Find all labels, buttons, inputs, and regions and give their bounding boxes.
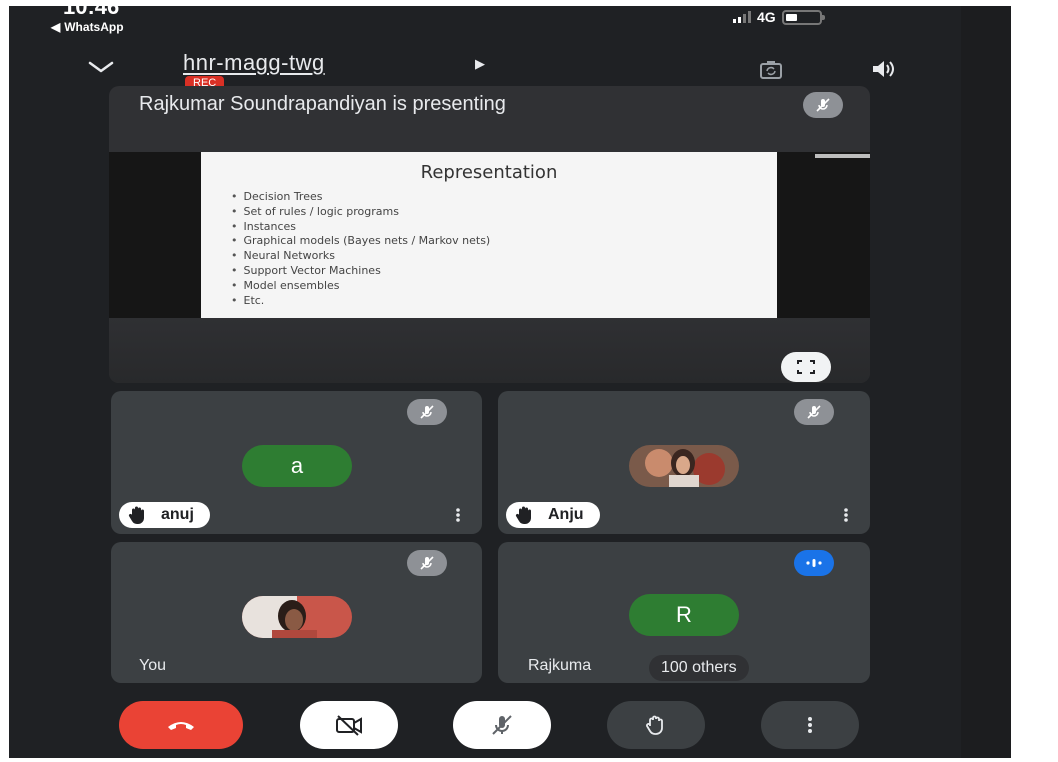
raise-hand-icon xyxy=(515,506,531,524)
status-time: 10:46 xyxy=(63,6,120,19)
avatar xyxy=(242,596,352,638)
mic-off-icon xyxy=(794,399,834,425)
slide-bullet: Set of rules / logic programs xyxy=(231,205,490,220)
end-call-icon xyxy=(168,722,194,730)
raise-hand-icon xyxy=(128,506,144,524)
raise-hand-icon xyxy=(646,715,663,735)
avatar: a xyxy=(242,445,352,487)
back-to-app-link[interactable]: ◀ WhatsApp xyxy=(51,20,124,34)
avatar: R xyxy=(629,594,739,636)
slide-bullet: Etc. xyxy=(231,294,490,309)
side-strip xyxy=(961,6,1011,758)
meeting-details-arrow-icon[interactable]: ▶ xyxy=(475,56,485,72)
more-vert-icon[interactable] xyxy=(844,508,848,522)
signal-icon xyxy=(733,11,751,23)
end-call-button[interactable] xyxy=(119,701,243,749)
fullscreen-button[interactable] xyxy=(781,352,831,382)
participant-tile-anuj[interactable]: a anuj xyxy=(111,391,482,534)
name-pill-raised-hand: anuj xyxy=(119,502,210,528)
chevron-down-icon[interactable] xyxy=(87,58,115,76)
presenter-mic-off-icon xyxy=(803,92,843,118)
participant-name: Anju xyxy=(548,506,584,523)
participant-tile-anju[interactable]: Anju xyxy=(498,391,870,534)
more-vert-icon xyxy=(808,717,812,733)
fullscreen-icon xyxy=(797,360,815,374)
avatar xyxy=(629,445,739,487)
speaking-indicator-icon xyxy=(794,550,834,576)
mic-off-icon xyxy=(407,399,447,425)
presentation-footer xyxy=(109,318,870,383)
name-pill-raised-hand: Anju xyxy=(506,502,600,528)
participant-name: anuj xyxy=(161,506,194,523)
mic-toggle-button[interactable] xyxy=(453,701,551,749)
mic-off-icon xyxy=(407,550,447,576)
meet-call-screen: 10:46 ◀ WhatsApp 4G hnr-magg-twg ▶ REC R… xyxy=(9,6,1011,758)
presentation-panel: Rajkumar Soundrapandiyan is presenting R… xyxy=(109,86,870,383)
meeting-code[interactable]: hnr-magg-twg xyxy=(183,50,325,76)
participant-tile-you[interactable]: You xyxy=(111,542,482,683)
speaker-icon[interactable] xyxy=(871,58,897,80)
camera-off-icon xyxy=(336,715,362,736)
slide: Representation Decision Trees Set of rul… xyxy=(201,152,777,318)
more-vert-icon[interactable] xyxy=(456,508,460,522)
presenter-label: Rajkumar Soundrapandiyan is presenting xyxy=(139,93,506,115)
others-count-button[interactable]: 100 others xyxy=(649,655,749,681)
network-label: 4G xyxy=(757,9,776,25)
status-indicators: 4G xyxy=(733,9,825,25)
back-app-label: WhatsApp xyxy=(64,20,124,34)
raise-hand-button[interactable] xyxy=(607,701,705,749)
slide-bullet: Graphical models (Bayes nets / Markov ne… xyxy=(231,234,491,249)
participant-tile-rajkumar[interactable]: R Rajkuma 100 others xyxy=(498,542,870,683)
more-options-button[interactable] xyxy=(761,701,859,749)
switch-camera-icon[interactable] xyxy=(759,60,783,80)
slide-bullet: Decision Trees xyxy=(231,190,490,205)
slide-bullet: Model ensembles xyxy=(231,279,490,294)
screen-thumbnail xyxy=(815,154,870,158)
slide-bullet: Neural Networks xyxy=(231,249,490,264)
back-arrow-icon: ◀ xyxy=(51,20,61,34)
participant-name: You xyxy=(139,657,166,674)
mic-off-icon xyxy=(492,715,512,735)
slide-bullet: Instances xyxy=(231,220,490,235)
camera-toggle-button[interactable] xyxy=(300,701,398,749)
slide-title: Representation xyxy=(420,162,558,183)
slide-bullet-list: Decision Trees Set of rules / logic prog… xyxy=(231,190,491,309)
shared-screen: Representation Decision Trees Set of rul… xyxy=(109,152,870,318)
participant-name: Rajkuma xyxy=(528,657,592,674)
slide-bullet: Support Vector Machines xyxy=(231,264,490,279)
battery-icon xyxy=(781,9,825,25)
